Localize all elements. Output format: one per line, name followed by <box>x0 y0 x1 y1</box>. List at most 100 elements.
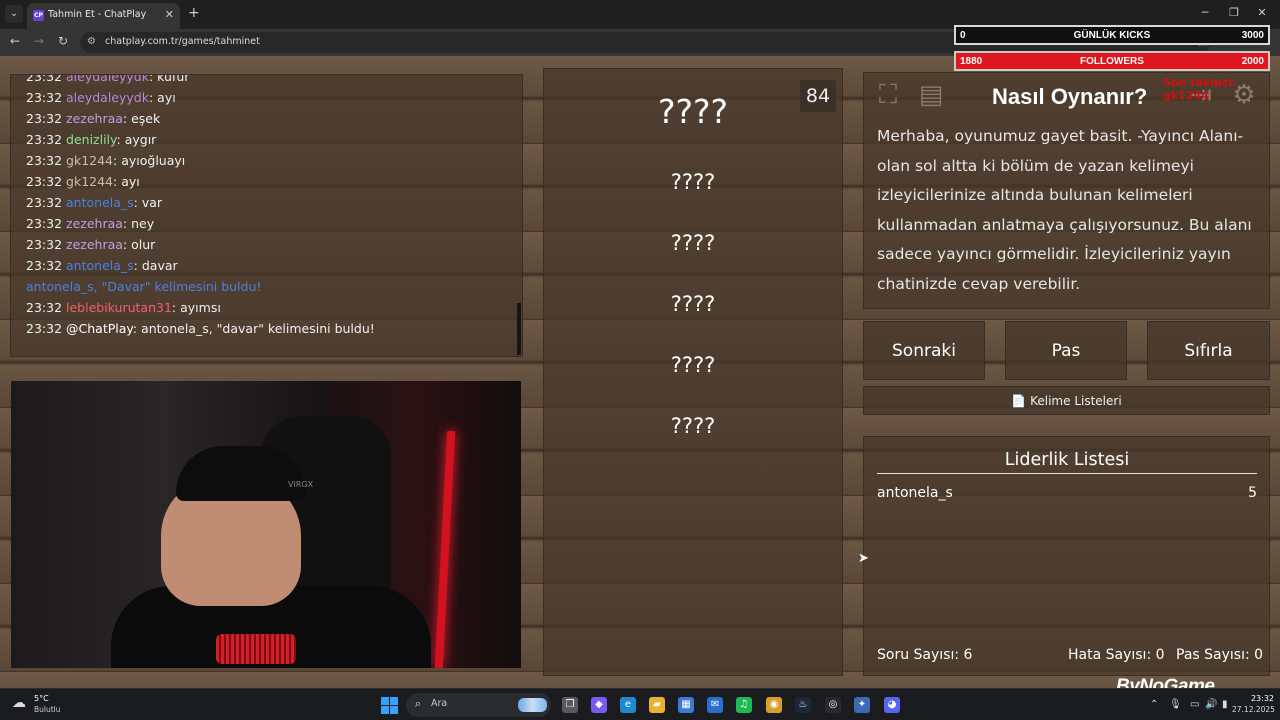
chat-panel: 23:32 aleydaleyydk: küfür 23:32 aleydaley… <box>10 74 523 357</box>
windows-start-icon[interactable] <box>381 697 398 714</box>
pass-count: Pas Sayısı: 0 <box>1176 647 1264 663</box>
chat-message: 23:32 gk1244: ayı <box>26 174 140 189</box>
cloud-icon[interactable]: ☁ <box>12 695 30 711</box>
chat-username[interactable]: leblebikurutan31 <box>66 300 172 315</box>
forward-button[interactable]: → <box>31 34 47 48</box>
camera-microphone <box>216 634 296 664</box>
chat-system-message: antonela_s, "Davar" kelimesini buldu! <box>26 279 261 294</box>
taboo-word: ???? <box>670 414 716 438</box>
word-lists-label: Kelime Listeleri <box>1030 394 1122 408</box>
taboo-word: ???? <box>670 353 716 377</box>
tab-title: Tahmin Et - ChatPlay <box>48 9 147 20</box>
kicks-goal: 3000 <box>1241 30 1264 41</box>
chat-timestamp: 23:32 <box>26 195 63 210</box>
chat-timestamp: 23:32 <box>26 216 63 231</box>
chat-text: küfür <box>157 74 190 84</box>
copilot-icon[interactable]: ◆ <box>591 697 607 713</box>
fullscreen-icon[interactable]: ⛶ <box>870 79 906 112</box>
mouse-cursor-icon: ➤ <box>858 551 869 566</box>
chat-username[interactable]: zezehraa <box>66 216 123 231</box>
chatplay-favicon-icon: CP <box>33 10 44 21</box>
windows-taskbar: ☁ 5°C Bulutlu ⌕ Ara ❐ ◆ e ▰ ▦ ✉ ♫ ◉ ♨ ◎ ✦ ◕ ⌃ 🎙 ▭ 🔊… <box>0 688 1280 720</box>
question-count: Soru Sayısı: 6 <box>877 647 973 663</box>
steam-icon[interactable]: ♨ <box>795 697 811 713</box>
error-count: Hata Sayısı: 0 <box>1068 647 1165 663</box>
taboo-word: ???? <box>670 231 716 255</box>
chat-message: 23:32 aleydaleyydk: küfür <box>26 74 190 84</box>
weather-temperature[interactable]: 5°C <box>34 694 49 703</box>
chat-username[interactable]: zezehraa <box>66 237 123 252</box>
clock-time[interactable]: 23:32 <box>1244 694 1274 703</box>
browser-tab-active[interactable]: CP Tahmin Et - ChatPlay ✕ <box>27 3 180 29</box>
site-info-icon[interactable]: ⚙ <box>87 36 96 47</box>
chat-username[interactable]: antonela_s <box>66 195 134 210</box>
settings-app-icon[interactable]: ✦ <box>854 697 870 713</box>
list-icon[interactable]: ▤ <box>913 79 949 112</box>
chat-text: davar <box>141 258 178 273</box>
network-icon[interactable]: ▭ <box>1190 699 1199 710</box>
clock-date[interactable]: 27.12.2025 <box>1232 705 1275 714</box>
url-text[interactable]: chatplay.com.tr/games/tahminet <box>105 36 260 47</box>
taboo-word: ???? <box>670 292 716 316</box>
chat-username[interactable]: zezehraa <box>66 111 123 126</box>
task-view-icon[interactable]: ❐ <box>562 697 578 713</box>
obs-icon[interactable]: ◎ <box>825 697 841 713</box>
chat-username[interactable]: antonela_s, "Davar" kelimesini buldu! <box>26 279 261 294</box>
window-close-button[interactable]: ✕ <box>1252 6 1272 19</box>
discord-icon[interactable]: ◕ <box>884 697 900 713</box>
reload-button[interactable]: ↻ <box>55 34 71 48</box>
camera-person-cap <box>176 446 306 501</box>
chat-username[interactable]: aleydaleyydk <box>66 75 149 84</box>
battery-icon[interactable]: ▮ <box>1222 699 1228 710</box>
chat-username[interactable]: gk1244 <box>66 174 113 189</box>
chat-username[interactable]: denizlily <box>66 132 117 147</box>
chat-username[interactable]: aleydaleyydk <box>66 90 149 105</box>
taskbar-search[interactable]: ⌕ Ara <box>406 693 551 717</box>
minimize-button[interactable]: ─ <box>1195 6 1215 19</box>
back-button[interactable]: ← <box>7 34 23 48</box>
how-to-play-text: Merhaba, oyunumuz gayet basit. -Yayıncı … <box>877 127 1252 293</box>
chat-username[interactable]: antonela_s <box>66 258 134 273</box>
word-lists-button[interactable]: 📄 Kelime Listeleri <box>863 386 1270 415</box>
file-explorer-icon[interactable]: ▰ <box>649 697 665 713</box>
mail-icon[interactable]: ✉ <box>707 697 723 713</box>
chat-timestamp: 23:32 <box>26 174 63 189</box>
volume-icon[interactable]: 🔊 <box>1205 699 1217 710</box>
chrome-icon[interactable]: ◉ <box>766 697 782 713</box>
new-tab-button[interactable]: + <box>188 5 200 21</box>
chat-text: ayıoğluayı <box>121 153 186 168</box>
pass-button[interactable]: Pas <box>1005 321 1127 380</box>
chat-message: 23:32 zezehraa: olur <box>26 237 156 252</box>
next-button[interactable]: Sonraki <box>863 321 985 380</box>
leaderboard-panel <box>863 436 1270 676</box>
microphone-icon[interactable]: 🎙 <box>1169 699 1182 710</box>
chat-message: 23:32 denizlily: aygır <box>26 132 157 147</box>
chair-logo: VIRGX <box>288 480 314 489</box>
tab-search-button[interactable]: ⌄ <box>5 5 23 23</box>
chat-scrollbar[interactable] <box>517 303 521 355</box>
edge-icon[interactable]: e <box>620 697 636 713</box>
chat-timestamp: 23:32 <box>26 74 63 84</box>
followers-goal: 2000 <box>1241 56 1264 67</box>
spotify-icon[interactable]: ♫ <box>736 697 752 713</box>
chat-timestamp: 23:32 <box>26 132 63 147</box>
chat-text: eşek <box>131 111 161 126</box>
chat-text: ayı <box>157 90 176 105</box>
tray-chevron-icon[interactable]: ⌃ <box>1150 699 1158 710</box>
chat-username[interactable]: gk1244 <box>66 153 113 168</box>
document-icon: 📄 <box>1011 394 1027 408</box>
kicks-label: GÜNLÜK KICKS <box>1073 30 1151 41</box>
chat-text: olur <box>131 237 156 252</box>
reset-button[interactable]: Sıfırla <box>1147 321 1270 380</box>
weather-description[interactable]: Bulutlu <box>34 705 61 714</box>
chat-message: 23:32 gk1244: ayıoğluayı <box>26 153 186 168</box>
tab-close-icon[interactable]: ✕ <box>165 8 174 21</box>
restore-button[interactable]: ❐ <box>1224 6 1244 19</box>
chat-timestamp: 23:32 <box>26 237 63 252</box>
chat-username[interactable]: @ChatPlay <box>66 321 133 336</box>
daily-kicks-meter: GÜNLÜK KICKS 0 3000 <box>954 25 1270 45</box>
chat-message: 23:32 antonela_s: var <box>26 195 163 210</box>
chat-timestamp: 23:32 <box>26 321 63 336</box>
store-icon[interactable]: ▦ <box>678 697 694 713</box>
chat-message: 23:32 @ChatPlay: antonela_s, "davar" kel… <box>26 321 375 336</box>
